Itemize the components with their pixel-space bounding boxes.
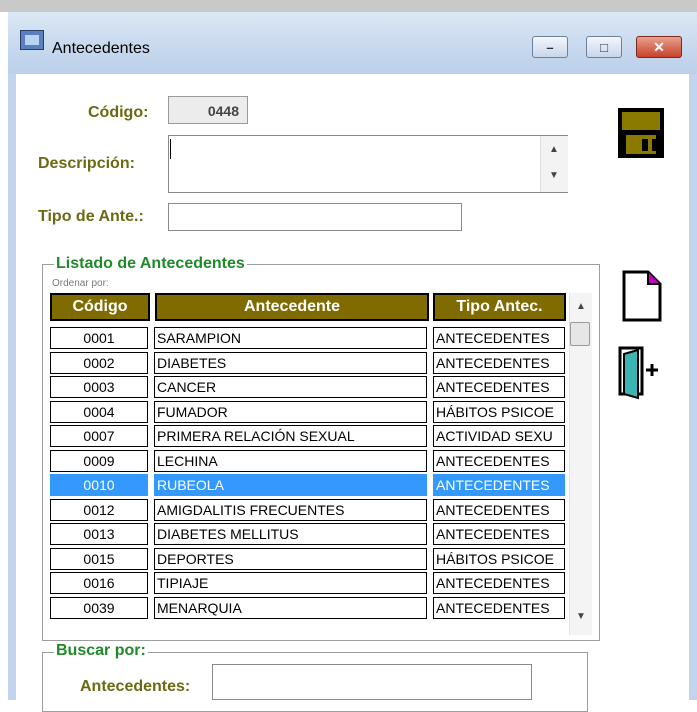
- antecedente-cell[interactable]: FUMADOR: [154, 400, 427, 423]
- antecedente-cell[interactable]: DIABETES: [154, 351, 427, 374]
- buscar-title: Buscar por:: [54, 642, 148, 660]
- tipo-cell[interactable]: ANTECEDENTES: [433, 351, 565, 374]
- save-button[interactable]: [614, 104, 668, 164]
- column-header-tipo[interactable]: Tipo Antec.: [433, 293, 566, 321]
- table-row[interactable]: 0001 SARAMPION ANTECEDENTES: [50, 327, 568, 351]
- antecedente-cell[interactable]: PRIMERA RELACIÓN SEXUAL: [154, 425, 427, 447]
- table-row[interactable]: 0039 MENARQUIA ANTECEDENTES: [50, 596, 568, 621]
- codigo-cell[interactable]: 0012: [50, 498, 148, 521]
- tipo-cell[interactable]: ANTECEDENTES: [433, 376, 565, 398]
- antecedente-cell[interactable]: LECHINA: [154, 449, 427, 472]
- descripcion-label: Descripción:: [38, 155, 135, 172]
- tipo-cell[interactable]: ANTECEDENTES: [433, 449, 565, 472]
- codigo-cell[interactable]: 0009: [50, 449, 148, 472]
- floppy-disk-icon: [618, 108, 664, 158]
- column-header-antecedente[interactable]: Antecedente: [155, 293, 429, 321]
- codigo-cell[interactable]: 0007: [50, 425, 148, 447]
- top-strip: [0, 0, 697, 12]
- antecedente-cell[interactable]: AMIGDALITIS FRECUENTES: [154, 498, 427, 521]
- close-button[interactable]: ✕: [636, 36, 682, 58]
- scrollbar-thumb[interactable]: [570, 322, 590, 346]
- minimize-icon: –: [546, 39, 554, 55]
- antecedente-cell[interactable]: CANCER: [154, 376, 427, 398]
- tipo-field[interactable]: [168, 203, 462, 231]
- scroll-down-icon[interactable]: ▼: [549, 170, 559, 181]
- tipo-cell[interactable]: ACTIVIDAD SEXU: [433, 425, 565, 447]
- antecedentes-search-input[interactable]: [212, 664, 532, 700]
- tipo-label: Tipo de Ante.:: [38, 208, 144, 225]
- maximize-button[interactable]: □: [586, 36, 622, 58]
- table-row[interactable]: 0004 FUMADOR HÁBITOS PSICOE: [50, 400, 568, 425]
- ordenar-label: Ordenar por:: [52, 278, 109, 289]
- codigo-cell[interactable]: 0015: [50, 547, 148, 570]
- tipo-cell[interactable]: ANTECEDENTES: [433, 474, 565, 496]
- antecedente-cell[interactable]: RUBEOLA: [154, 474, 427, 496]
- table-row[interactable]: 0002 DIABETES ANTECEDENTES: [50, 351, 568, 376]
- codigo-label: Código:: [88, 104, 149, 121]
- tipo-cell[interactable]: HÁBITOS PSICOE: [433, 547, 565, 570]
- codigo-cell[interactable]: 0003: [50, 376, 148, 398]
- codigo-field: 0448: [168, 96, 248, 124]
- scroll-down-icon[interactable]: ▼: [576, 611, 586, 622]
- table-row[interactable]: 0015 DEPORTES HÁBITOS PSICOE: [50, 547, 568, 572]
- new-button[interactable]: [614, 268, 668, 326]
- new-document-icon: [622, 270, 662, 322]
- exit-button[interactable]: [614, 344, 668, 402]
- text-cursor: [170, 139, 171, 159]
- close-icon: ✕: [653, 38, 665, 55]
- table-row[interactable]: 0007 PRIMERA RELACIÓN SEXUAL ACTIVIDAD SEX…: [50, 425, 568, 449]
- codigo-cell[interactable]: 0002: [50, 351, 148, 374]
- tipo-cell[interactable]: ANTECEDENTES: [433, 523, 565, 545]
- codigo-cell[interactable]: 0013: [50, 523, 148, 545]
- column-header-codigo[interactable]: Código: [50, 293, 150, 321]
- codigo-cell[interactable]: 0001: [50, 327, 148, 349]
- antecedente-cell[interactable]: DIABETES MELLITUS: [154, 523, 427, 545]
- window-title: Antecedentes: [52, 40, 150, 57]
- tipo-cell[interactable]: ANTECEDENTES: [433, 498, 565, 521]
- table-row[interactable]: 0013 DIABETES MELLITUS ANTECEDENTES: [50, 523, 568, 547]
- tipo-cell[interactable]: ANTECEDENTES: [433, 572, 565, 594]
- tipo-cell[interactable]: ANTECEDENTES: [433, 596, 565, 619]
- tipo-cell[interactable]: HÁBITOS PSICOE: [433, 400, 565, 423]
- maximize-icon: □: [600, 39, 608, 55]
- table-row[interactable]: 0003 CANCER ANTECEDENTES: [50, 376, 568, 400]
- antecedente-cell[interactable]: DEPORTES: [154, 547, 427, 570]
- antecedente-cell[interactable]: MENARQUIA: [154, 596, 427, 619]
- antecedente-cell[interactable]: TIPIAJE: [154, 572, 427, 594]
- codigo-cell[interactable]: 0004: [50, 400, 148, 423]
- table-row[interactable]: 0009 LECHINA ANTECEDENTES: [50, 449, 568, 474]
- table-row[interactable]: 0012 AMIGDALITIS FRECUENTES ANTECEDENTES: [50, 498, 568, 523]
- table-row[interactable]: 0016 TIPIAJE ANTECEDENTES: [50, 572, 568, 596]
- tipo-cell[interactable]: ANTECEDENTES: [433, 327, 565, 349]
- scroll-up-icon[interactable]: ▲: [549, 144, 559, 155]
- scroll-up-icon[interactable]: ▲: [576, 301, 586, 312]
- app-window-icon: [20, 30, 44, 50]
- descripcion-field[interactable]: [168, 135, 568, 193]
- antecedentes-search-label: Antecedentes:: [80, 678, 191, 695]
- table-row[interactable]: 0010 RUBEOLA ANTECEDENTES: [50, 474, 568, 498]
- antecedente-cell[interactable]: SARAMPION: [154, 327, 427, 349]
- minimize-button[interactable]: –: [532, 36, 568, 58]
- exit-door-icon: [618, 346, 658, 400]
- codigo-cell[interactable]: 0010: [50, 474, 148, 496]
- codigo-cell[interactable]: 0039: [50, 596, 148, 619]
- descripcion-scrollbar[interactable]: ▲ ▼: [540, 136, 568, 192]
- listado-title: Listado de Antecedentes: [54, 255, 247, 273]
- codigo-cell[interactable]: 0016: [50, 572, 148, 594]
